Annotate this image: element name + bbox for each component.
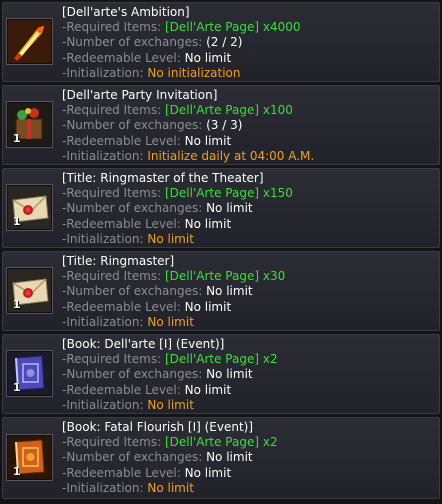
required-items-value: [Dell'Arte Page] x30 [164, 269, 286, 284]
item-title: [Book: Fatal Flourish [I] (Event)] [62, 420, 254, 434]
exchanges-value: (2 / 2) [206, 35, 243, 50]
level-label: -Redeemable Level: [62, 216, 185, 231]
required-items-value: [Dell'Arte Page] x100 [164, 103, 293, 118]
level-label: -Redeemable Level: [62, 50, 185, 65]
exchange-row-book-fatal-flourish[interactable]: 1 [Book: Fatal Flourish [I] (Event)] -Re… [2, 417, 440, 499]
required-items-value: [Dell'Arte Page] x4000 [164, 20, 301, 35]
exchange-list: [Dell'arte's Ambition] -Required Items: … [0, 0, 442, 504]
initialization-label: -Initialization: [62, 397, 148, 412]
item-title: [Dell'arte's Ambition] [62, 5, 190, 19]
required-items-value: [Dell'Arte Page] x2 [164, 435, 278, 450]
initialization-value: No limit [147, 314, 194, 329]
exchange-row-dellartes-ambition[interactable]: [Dell'arte's Ambition] -Required Items: … [2, 2, 440, 82]
level-value: No limit [184, 382, 232, 397]
exchanges-value: No limit [206, 367, 253, 382]
exchanges-label: -Number of exchanges: [62, 118, 207, 133]
item-quantity: 1 [13, 215, 21, 228]
required-items-label: -Required Items: [62, 269, 165, 284]
item-quantity: 1 [13, 298, 21, 311]
initialization-label: -Initialization: [62, 148, 148, 163]
level-label: -Redeemable Level: [62, 299, 185, 314]
initialization-value: No limit [147, 397, 194, 412]
item-slot[interactable]: 1 [6, 267, 53, 314]
level-label: -Redeemable Level: [62, 465, 185, 480]
level-value: No limit [184, 216, 232, 231]
required-items-value: [Dell'Arte Page] x2 [164, 352, 278, 367]
initialization-label: -Initialization: [62, 231, 148, 246]
exchanges-label: -Number of exchanges: [62, 367, 207, 382]
item-quantity: 1 [13, 465, 21, 478]
item-slot[interactable]: 1 [6, 434, 53, 481]
exchange-row-ringmaster[interactable]: 1 [Title: Ringmaster] -Required Items: [… [2, 251, 440, 331]
level-value: No limit [184, 299, 232, 314]
initialization-value: No limit [147, 231, 194, 246]
level-value: No limit [184, 133, 232, 148]
item-slot[interactable] [6, 18, 53, 65]
required-items-label: -Required Items: [62, 20, 165, 35]
initialization-value: No limit [147, 480, 194, 495]
exchanges-value: No limit [206, 201, 253, 216]
exchanges-value: No limit [206, 284, 253, 299]
exchanges-label: -Number of exchanges: [62, 35, 207, 50]
exchanges-label: -Number of exchanges: [62, 201, 207, 216]
exchange-row-ringmaster-of-the-theater[interactable]: 1 [Title: Ringmaster of the Theater] -Re… [2, 168, 440, 248]
required-items-label: -Required Items: [62, 103, 165, 118]
required-items-value: [Dell'Arte Page] x150 [164, 186, 293, 201]
level-label: -Redeemable Level: [62, 133, 185, 148]
level-value: No limit [184, 465, 232, 480]
exchange-row-party-invitation[interactable]: 1 [Dell'arte Party Invitation] -Required… [2, 85, 440, 165]
item-quantity: 1 [13, 132, 21, 145]
exchanges-label: -Number of exchanges: [62, 450, 207, 465]
item-title: [Title: Ringmaster] [62, 254, 175, 268]
initialization-label: -Initialization: [62, 65, 148, 80]
exchanges-label: -Number of exchanges: [62, 284, 207, 299]
exchanges-value: No limit [206, 450, 253, 465]
required-items-label: -Required Items: [62, 186, 165, 201]
item-slot[interactable]: 1 [6, 350, 53, 397]
flame-sword-icon [8, 20, 51, 63]
initialization-label: -Initialization: [62, 314, 148, 329]
required-items-label: -Required Items: [62, 352, 165, 367]
item-slot[interactable]: 1 [6, 184, 53, 231]
initialization-value: Initialize daily at 04:00 A.M. [147, 148, 315, 163]
item-title: [Dell'arte Party Invitation] [62, 88, 218, 102]
initialization-value: No initialization [147, 65, 241, 80]
item-slot[interactable]: 1 [6, 101, 53, 148]
item-title: [Title: Ringmaster of the Theater] [62, 171, 264, 185]
item-quantity: 1 [13, 381, 21, 394]
exchanges-value: (3 / 3) [206, 118, 243, 133]
item-title: [Book: Dell'arte [I] (Event)] [62, 337, 225, 351]
level-value: No limit [184, 50, 232, 65]
exchange-row-book-dellarte[interactable]: 1 [Book: Dell'arte [I] (Event)] -Require… [2, 334, 440, 414]
required-items-label: -Required Items: [62, 435, 165, 450]
level-label: -Redeemable Level: [62, 382, 185, 397]
initialization-label: -Initialization: [62, 480, 148, 495]
